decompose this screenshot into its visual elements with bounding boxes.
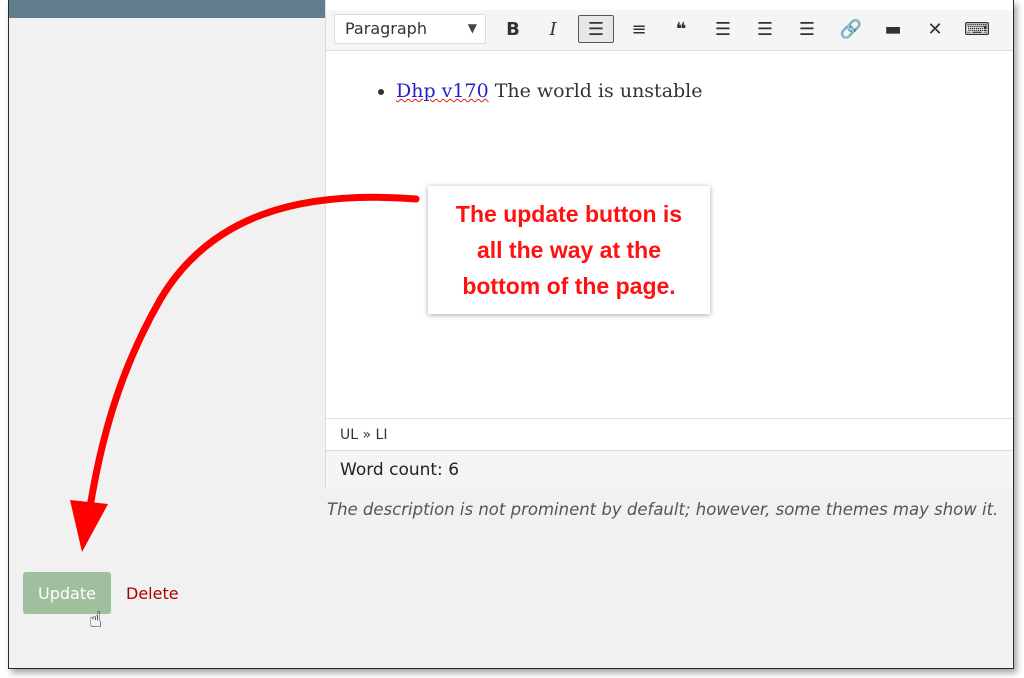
annotation-arrow (70, 193, 420, 552)
callout-line-2: all the way at the (476, 237, 662, 263)
callout-line-3: bottom of the page. (462, 273, 676, 299)
callout-line-1: The update button is (455, 201, 683, 227)
annotation-callout: The update button is all the way at the … (428, 186, 710, 314)
arrow-head (70, 500, 108, 552)
arrow-curve (84, 193, 420, 524)
